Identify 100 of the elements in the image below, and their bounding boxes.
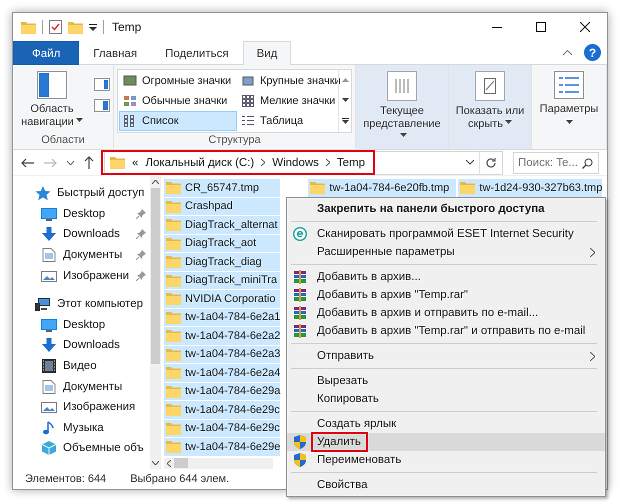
- view-option[interactable]: Таблица: [237, 111, 337, 131]
- nav-item[interactable]: Видео: [13, 356, 150, 376]
- file-item[interactable]: tw-1a04-784-6e2a4: [164, 364, 280, 382]
- menu-item[interactable]: Добавить в архив "Temp.rar" и отправить по e-mail: [287, 322, 605, 340]
- dropdown-icon[interactable]: [89, 24, 97, 30]
- help-button[interactable]: ?: [584, 44, 601, 61]
- collapse-ribbon-icon[interactable]: [563, 50, 572, 55]
- show-hide-icon: [475, 71, 505, 101]
- folder-icon: [460, 181, 476, 194]
- search-field[interactable]: Поиск: Te...: [513, 152, 599, 174]
- expand-gallery-icon[interactable]: [342, 118, 348, 124]
- file-item[interactable]: tw-1a04-784-6e29c: [164, 420, 280, 437]
- menu-item[interactable]: Расширенные параметры: [287, 243, 605, 261]
- file-item[interactable]: tw-1a04-784-6e29e: [164, 438, 280, 456]
- nav-pane-button[interactable]: Область навигации: [16, 68, 88, 132]
- address-field[interactable]: « Локальный диск (C:) Windows Temp: [104, 150, 503, 174]
- address-dropdown-icon[interactable]: [466, 160, 474, 165]
- menu-item[interactable]: Добавить в архив...: [287, 268, 605, 286]
- folder-icon: [110, 156, 125, 169]
- nav-item[interactable]: Музыка: [13, 418, 150, 438]
- menu-item[interactable]: Копировать: [287, 390, 605, 408]
- refresh-icon[interactable]: [485, 156, 497, 168]
- scroll-up-icon[interactable]: [342, 78, 348, 82]
- file-item[interactable]: DiagTrack_alternat: [164, 216, 280, 234]
- folder-icon: [166, 200, 181, 213]
- menu-item[interactable]: Добавить в архив "Temp.rar": [287, 286, 605, 304]
- breadcrumb-item[interactable]: Локальный диск (C:): [145, 156, 254, 168]
- view-option[interactable]: Огромные значки: [119, 71, 237, 91]
- nav-item[interactable]: Документы: [13, 244, 150, 266]
- menu-item[interactable]: Свойства: [287, 476, 605, 494]
- up-arrow-icon[interactable]: [84, 156, 94, 169]
- menu-item[interactable]: Закрепить на панели быстрого доступа: [287, 200, 605, 218]
- recent-locations-icon[interactable]: [67, 160, 74, 164]
- menu-item[interactable]: Создать ярлык: [287, 415, 605, 433]
- columns-icon: [387, 71, 417, 101]
- scroll-down-icon[interactable]: [342, 98, 348, 102]
- folder-icon: [166, 440, 181, 454]
- view-option[interactable]: Список: [119, 111, 237, 131]
- close-icon[interactable]: [580, 22, 590, 32]
- file-item[interactable]: DiagTrack_miniTra: [164, 272, 280, 289]
- file-item[interactable]: tw-1a04-784-6e2a2: [164, 327, 280, 344]
- ribbon-tab[interactable]: Главная: [79, 41, 152, 65]
- nav-section[interactable]: Быстрый доступ: [13, 183, 150, 204]
- nav-item[interactable]: Desktop: [13, 204, 150, 224]
- view-option[interactable]: Обычные значки: [119, 91, 237, 111]
- menu-item[interactable]: Отправить: [287, 347, 605, 365]
- breadcrumb-item[interactable]: Temp: [336, 156, 366, 168]
- file-item[interactable]: DiagTrack_aot: [164, 234, 280, 252]
- menu-item[interactable]: Сканировать программой ESET Internet Security: [287, 225, 605, 243]
- nav-item[interactable]: Изображени: [13, 265, 150, 286]
- nav-item[interactable]: Desktop: [13, 314, 150, 336]
- file-item[interactable]: tw-1a04-784-6e2a1: [164, 308, 280, 326]
- ribbon-tab[interactable]: Файл: [13, 41, 80, 65]
- options-button[interactable]: Параметры: [535, 68, 603, 132]
- scroll-down-icon[interactable]: [152, 461, 159, 465]
- scrollbar[interactable]: [150, 176, 161, 469]
- file-item[interactable]: tw-1a04-784-6e2a3: [164, 346, 280, 363]
- scroll-left-icon[interactable]: [167, 460, 171, 467]
- file-item[interactable]: tw-1a04-784-6e20fb.tmp: [308, 179, 456, 196]
- nav-item[interactable]: Изображения: [13, 396, 150, 418]
- menu-item[interactable]: Переименовать: [287, 451, 605, 469]
- folder-icon: [166, 310, 181, 324]
- ribbon-tab[interactable]: Вид: [242, 41, 292, 65]
- nav-item[interactable]: Объемные объ: [13, 438, 150, 459]
- scroll-thumb[interactable]: [174, 458, 188, 468]
- file-item[interactable]: NVIDIA Corporatio: [164, 290, 280, 308]
- caret-icon: [505, 120, 512, 124]
- view-mode-icon: [241, 74, 255, 88]
- file-item[interactable]: tw-1a04-784-6e29a: [164, 382, 280, 400]
- properties-icon[interactable]: [49, 20, 62, 34]
- ribbon-tab[interactable]: Поделиться: [151, 41, 243, 65]
- options-icon: [554, 71, 584, 99]
- file-item[interactable]: tw-1d24-930-327b63.tmp: [458, 179, 602, 196]
- preview-pane-icon[interactable]: [94, 78, 110, 91]
- view-option[interactable]: Мелкие значки: [237, 91, 337, 111]
- h-scrollbar[interactable]: [164, 458, 273, 469]
- menu-item[interactable]: Вырезать: [287, 372, 605, 390]
- back-arrow-icon[interactable]: [21, 158, 34, 168]
- file-item[interactable]: Crashpad: [164, 198, 280, 215]
- breadcrumb-item[interactable]: Windows: [272, 156, 319, 168]
- menu-item[interactable]: Удалить: [287, 433, 605, 451]
- path-overflow-button[interactable]: «: [132, 156, 138, 168]
- nav-section[interactable]: Этот компьютер: [13, 294, 150, 315]
- folder-icon: [21, 20, 36, 34]
- maximize-icon[interactable]: [536, 22, 546, 32]
- file-item[interactable]: CR_65747.tmp: [164, 179, 280, 196]
- circle-logo-icon: [293, 227, 307, 241]
- nav-item[interactable]: Документы: [13, 376, 150, 397]
- group-label: Области: [40, 133, 86, 148]
- scroll-thumb[interactable]: [151, 188, 160, 364]
- nav-item[interactable]: Downloads: [13, 224, 150, 245]
- books-icon: [293, 288, 307, 302]
- folder-icon: [166, 274, 181, 287]
- file-item[interactable]: tw-1a04-784-6e29c: [164, 401, 280, 418]
- film-icon: [41, 359, 57, 374]
- scroll-up-icon[interactable]: [152, 180, 159, 184]
- nav-item[interactable]: Downloads: [13, 335, 150, 356]
- details-pane-icon[interactable]: [94, 99, 110, 112]
- menu-item[interactable]: Добавить в архив и отправить по e-mail...: [287, 304, 605, 322]
- file-item[interactable]: DiagTrack_diag: [164, 253, 280, 270]
